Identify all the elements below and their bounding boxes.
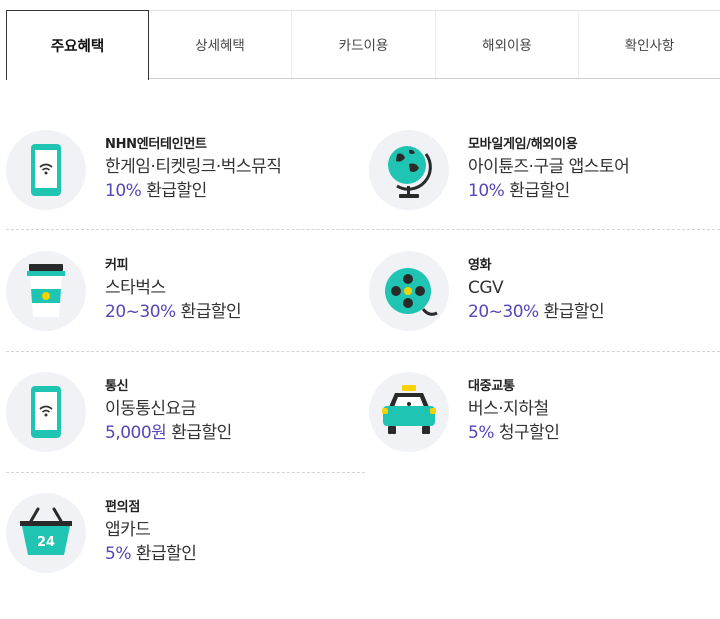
benefit-category: 모바일게임/해외이용	[468, 137, 578, 152]
benefit-icon-bg	[6, 372, 86, 452]
benefit-text: NHN엔터테인먼트 한게임·티켓링크·벅스뮤직 10% 환급할인	[105, 136, 282, 203]
benefit-text: 모바일게임/해외이용 아이튠즈·구글 앱스토어 10% 환급할인	[468, 136, 630, 203]
benefit-rate: 10% 환급할인	[105, 179, 281, 203]
benefit-item-transport: 대중교통 버스·지하철 5% 청구할인	[369, 372, 719, 462]
film-reel-icon	[385, 268, 438, 316]
row-divider	[6, 351, 720, 352]
benefit-rate-value: 20~30%	[468, 302, 539, 322]
benefit-rate: 10% 환급할인	[468, 179, 629, 203]
benefit-rate: 5% 청구할인	[468, 421, 560, 445]
benefit-item-telecom: 통신 이동통신요금 5,000원 환급할인	[6, 372, 356, 462]
benefit-icon-bg	[369, 251, 449, 331]
tab-bar: 주요혜택 상세혜택 카드이용 해외이용 확인사항	[6, 10, 720, 80]
benefit-rate-value: 20~30%	[105, 302, 176, 322]
benefit-category: NHN엔터테인먼트	[105, 137, 207, 152]
benefit-rate: 5,000원 환급할인	[105, 421, 232, 445]
benefit-rate-suffix: 환급할인	[175, 302, 242, 322]
benefit-icon-bg	[369, 130, 449, 210]
benefit-rate-suffix: 청구할인	[493, 423, 560, 443]
benefit-rate-value: 5,000원	[105, 423, 167, 443]
benefit-rate-value: 10%	[105, 181, 142, 201]
benefit-rate: 20~30% 환급할인	[468, 300, 605, 324]
benefit-rate-suffix: 환급할인	[141, 181, 207, 201]
benefit-text: 영화 CGV 20~30% 환급할인	[468, 257, 605, 324]
benefit-description: 아이튠즈·구글 앱스토어	[468, 157, 630, 177]
coffee-cup-icon	[27, 264, 65, 317]
benefit-rate-suffix: 환급할인	[538, 302, 605, 322]
globe-icon	[388, 146, 432, 198]
tab-notices[interactable]: 확인사항	[579, 10, 720, 78]
shopping-basket-icon: 24	[20, 507, 72, 555]
benefit-text: 통신 이동통신요금 5,000원 환급할인	[105, 378, 232, 445]
row-divider	[6, 472, 365, 473]
tab-detail-benefits[interactable]: 상세혜택	[149, 10, 292, 78]
benefit-item-coffee: 커피 스타벅스 20~30% 환급할인	[6, 251, 356, 341]
benefit-description: 한게임·티켓링크·벅스뮤직	[105, 157, 282, 177]
benefit-icon-bg	[369, 372, 449, 452]
benefit-category: 대중교통	[468, 379, 515, 394]
benefit-item-convenience-store: 24 편의점 앱카드 5% 환급할인	[6, 493, 356, 583]
row-divider	[6, 229, 720, 230]
benefit-description: CGV	[468, 278, 504, 298]
benefit-item-mobile-game: 모바일게임/해외이용 아이튠즈·구글 앱스토어 10% 환급할인	[369, 130, 719, 220]
benefit-category: 통신	[105, 379, 129, 394]
benefit-icon-bg	[6, 130, 86, 210]
benefit-description: 이동통신요금	[105, 399, 196, 419]
benefit-icon-bg: 24	[6, 493, 86, 573]
benefit-rate-value: 10%	[468, 181, 505, 201]
benefit-description: 버스·지하철	[468, 399, 549, 419]
taxi-icon	[382, 385, 436, 434]
benefit-text: 편의점 앱카드 5% 환급할인	[105, 499, 197, 566]
benefit-description: 스타벅스	[105, 278, 166, 298]
benefit-icon-bg	[6, 251, 86, 331]
benefit-text: 대중교통 버스·지하철 5% 청구할인	[468, 378, 560, 445]
benefit-rate-suffix: 환급할인	[504, 181, 570, 201]
benefit-rate-value: 5%	[468, 423, 494, 443]
benefit-item-movie: 영화 CGV 20~30% 환급할인	[369, 251, 719, 341]
tab-overseas-usage[interactable]: 해외이용	[436, 10, 579, 78]
benefit-description: 앱카드	[105, 520, 151, 540]
smartphone-wifi-icon	[31, 386, 61, 438]
benefit-rate: 20~30% 환급할인	[105, 300, 242, 324]
benefit-category: 편의점	[105, 500, 140, 515]
benefit-category: 영화	[468, 258, 492, 273]
tab-card-usage[interactable]: 카드이용	[292, 10, 436, 78]
benefit-category: 커피	[105, 258, 129, 273]
smartphone-wifi-icon	[31, 144, 61, 196]
benefit-text: 커피 스타벅스 20~30% 환급할인	[105, 257, 242, 324]
benefit-item-nhn: NHN엔터테인먼트 한게임·티켓링크·벅스뮤직 10% 환급할인	[6, 130, 356, 220]
benefit-rate-suffix: 환급할인	[166, 423, 232, 443]
benefit-rate-suffix: 환급할인	[130, 544, 197, 564]
tab-main-benefits[interactable]: 주요혜택	[6, 10, 149, 80]
basket-badge-text: 24	[37, 535, 55, 550]
benefit-rate: 5% 환급할인	[105, 542, 197, 566]
benefit-rate-value: 5%	[105, 544, 131, 564]
